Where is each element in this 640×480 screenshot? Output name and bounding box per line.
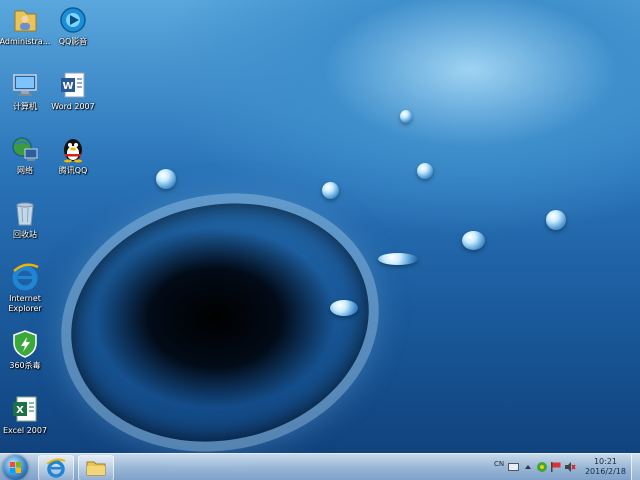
start-button[interactable]: [3, 455, 28, 480]
svg-text:W: W: [62, 81, 73, 92]
water-drop: [322, 182, 339, 199]
keyboard-icon[interactable]: [508, 463, 519, 471]
flag-icon[interactable]: [550, 461, 562, 473]
computer-icon: [13, 74, 37, 96]
user-folder-icon: [14, 10, 37, 32]
recycle-bin-icon: [16, 202, 34, 226]
desktop-icon-label: 回收站: [13, 230, 37, 239]
desktop-icon-label: 360杀毒: [9, 361, 41, 370]
desktop-icon-word-2007[interactable]: W Word 2007: [42, 70, 104, 112]
desktop-icon-recycle-bin[interactable]: 回收站: [0, 198, 56, 240]
desktop-icon-label: Excel 2007: [2, 426, 48, 435]
desktop-icon-label: QQ影音: [58, 37, 88, 46]
water-drop: [378, 253, 418, 265]
water-drop: [417, 163, 433, 179]
network-icon: [12, 137, 38, 161]
desktop-icon-360-antivirus[interactable]: 360杀毒: [0, 329, 56, 371]
desktop-wallpaper[interactable]: Administra... QQ影音 计算机 W Word 2007 网络 腾讯…: [0, 0, 640, 480]
security-icon[interactable]: [536, 461, 548, 473]
desktop-icon-label: Word 2007: [51, 102, 95, 111]
ie-icon: [12, 263, 39, 291]
folder-icon: [86, 461, 106, 476]
show-desktop-button[interactable]: [631, 454, 640, 480]
water-drop: [400, 110, 412, 123]
system-tray: CN 10:21 2016/2/18: [490, 454, 640, 480]
ie-icon: [46, 458, 66, 478]
taskbar-explorer-button[interactable]: [78, 455, 114, 480]
clock-time: 10:21: [593, 457, 618, 466]
penguin-icon: [64, 139, 82, 163]
desktop-icon-excel-2007[interactable]: X Excel 2007: [0, 394, 56, 436]
excel-icon: X: [13, 396, 37, 422]
water-drop: [546, 210, 566, 230]
desktop-icon-internet-explorer[interactable]: Internet Explorer: [0, 262, 56, 314]
word-icon: W: [61, 72, 85, 98]
desktop-icon-label: 腾讯QQ: [58, 166, 88, 175]
shield-icon: [13, 330, 37, 358]
desktop-icon-tencent-qq[interactable]: 腾讯QQ: [42, 134, 104, 176]
windows-logo-icon: [10, 462, 21, 473]
water-drop: [156, 169, 176, 189]
desktop-icon-qq-player[interactable]: QQ影音: [42, 5, 104, 47]
taskbar: CN 10:21 2016/2/18: [0, 453, 640, 480]
taskbar-clock[interactable]: 10:21 2016/2/18: [585, 457, 626, 477]
language-indicator[interactable]: CN: [494, 460, 504, 468]
svg-text:X: X: [16, 405, 24, 416]
taskbar-ie-button[interactable]: [38, 455, 74, 480]
water-drop: [330, 300, 358, 316]
clock-date: 2016/2/18: [584, 467, 626, 476]
volume-muted-icon[interactable]: [564, 461, 576, 473]
water-drop: [462, 231, 485, 250]
qq-player-icon: [60, 7, 86, 33]
desktop-icon-label: Internet Explorer: [8, 294, 42, 313]
water-splash-decoration: [36, 164, 404, 480]
chevron-up-icon[interactable]: [524, 463, 532, 471]
